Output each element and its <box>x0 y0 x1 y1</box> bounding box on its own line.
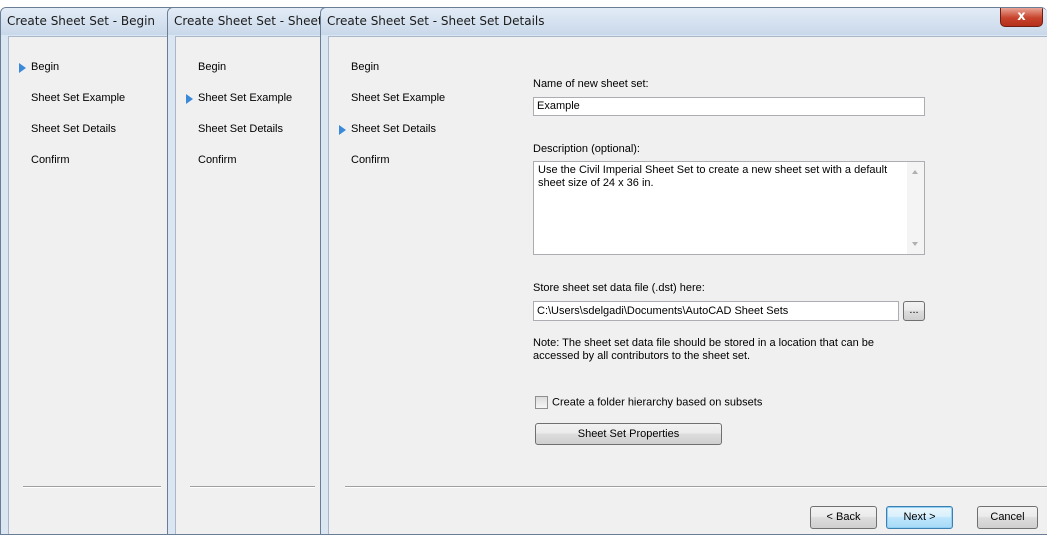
step-list: Begin Sheet Set Example Sheet Set Detail… <box>176 59 331 183</box>
current-step-arrow-icon <box>19 63 26 73</box>
description-text: Use the Civil Imperial Sheet Set to crea… <box>538 164 888 189</box>
step-sheet-set-details: Sheet Set Details <box>198 123 283 135</box>
step-sheet-set-example: Sheet Set Example <box>351 92 446 104</box>
step-sheet-set-details: Sheet Set Details <box>329 121 489 152</box>
next-button[interactable]: Next > <box>886 506 953 529</box>
folder-hierarchy-label: Create a folder hierarchy based on subse… <box>552 396 763 409</box>
dialog-client: Begin Sheet Set Example Sheet Set Detail… <box>8 36 170 534</box>
step-confirm: Confirm <box>198 154 237 166</box>
dialog-client: Begin Sheet Set Example Sheet Set Detail… <box>175 36 324 534</box>
scroll-down-icon[interactable] <box>912 242 918 246</box>
sheet-set-name-input[interactable]: Example <box>533 97 925 116</box>
store-path-input[interactable]: C:\Users\sdelgadi\Documents\AutoCAD Shee… <box>533 301 899 321</box>
step-begin: Begin <box>9 59 169 90</box>
step-confirm: Confirm <box>351 154 390 166</box>
step-begin: Begin <box>351 61 380 73</box>
cancel-button[interactable]: Cancel <box>977 506 1038 529</box>
divider <box>23 486 161 488</box>
window-title: Create Sheet Set - Sheet Set Details <box>321 8 1047 35</box>
storage-note: Note: The sheet set data file should be … <box>533 337 875 362</box>
dialog-sheet-set-details: Create Sheet Set - Sheet Set Details x B… <box>320 7 1047 535</box>
step-confirm: Confirm <box>31 154 70 166</box>
step-sheet-set-example: Sheet Set Example <box>31 92 126 104</box>
step-list: Begin Sheet Set Example Sheet Set Detail… <box>329 59 489 183</box>
current-step-arrow-icon <box>339 125 346 135</box>
description-label: Description (optional): <box>533 143 640 155</box>
dialog-begin: Create Sheet Set - Begin Begin Sheet Set… <box>0 7 178 535</box>
sheet-set-properties-button[interactable]: Sheet Set Properties <box>535 423 722 445</box>
step-sheet-set-details: Sheet Set Details <box>31 123 116 135</box>
description-scrollbar[interactable] <box>907 162 924 254</box>
store-label: Store sheet set data file (.dst) here: <box>533 282 705 294</box>
back-button[interactable]: < Back <box>810 506 877 529</box>
browse-button[interactable]: ... <box>903 301 925 321</box>
window-title: Create Sheet Set - Sheet Set Example <box>168 8 331 35</box>
window-title: Create Sheet Set - Begin <box>1 8 177 35</box>
folder-hierarchy-option[interactable]: Create a folder hierarchy based on subse… <box>535 396 762 409</box>
step-sheet-set-example: Sheet Set Example <box>176 90 331 121</box>
folder-hierarchy-checkbox[interactable] <box>535 396 548 409</box>
scroll-up-icon[interactable] <box>912 170 918 174</box>
dialog-client: Begin Sheet Set Example Sheet Set Detail… <box>328 36 1047 534</box>
name-label: Name of new sheet set: <box>533 78 649 90</box>
dialog-sheet-set-example: Create Sheet Set - Sheet Set Example Beg… <box>167 7 332 535</box>
close-button[interactable]: x <box>1000 8 1043 27</box>
step-begin: Begin <box>198 61 227 73</box>
description-textarea[interactable]: Use the Civil Imperial Sheet Set to crea… <box>533 161 925 255</box>
step-list: Begin Sheet Set Example Sheet Set Detail… <box>9 59 169 183</box>
current-step-arrow-icon <box>186 94 193 104</box>
divider <box>345 486 1047 488</box>
divider <box>190 486 315 488</box>
